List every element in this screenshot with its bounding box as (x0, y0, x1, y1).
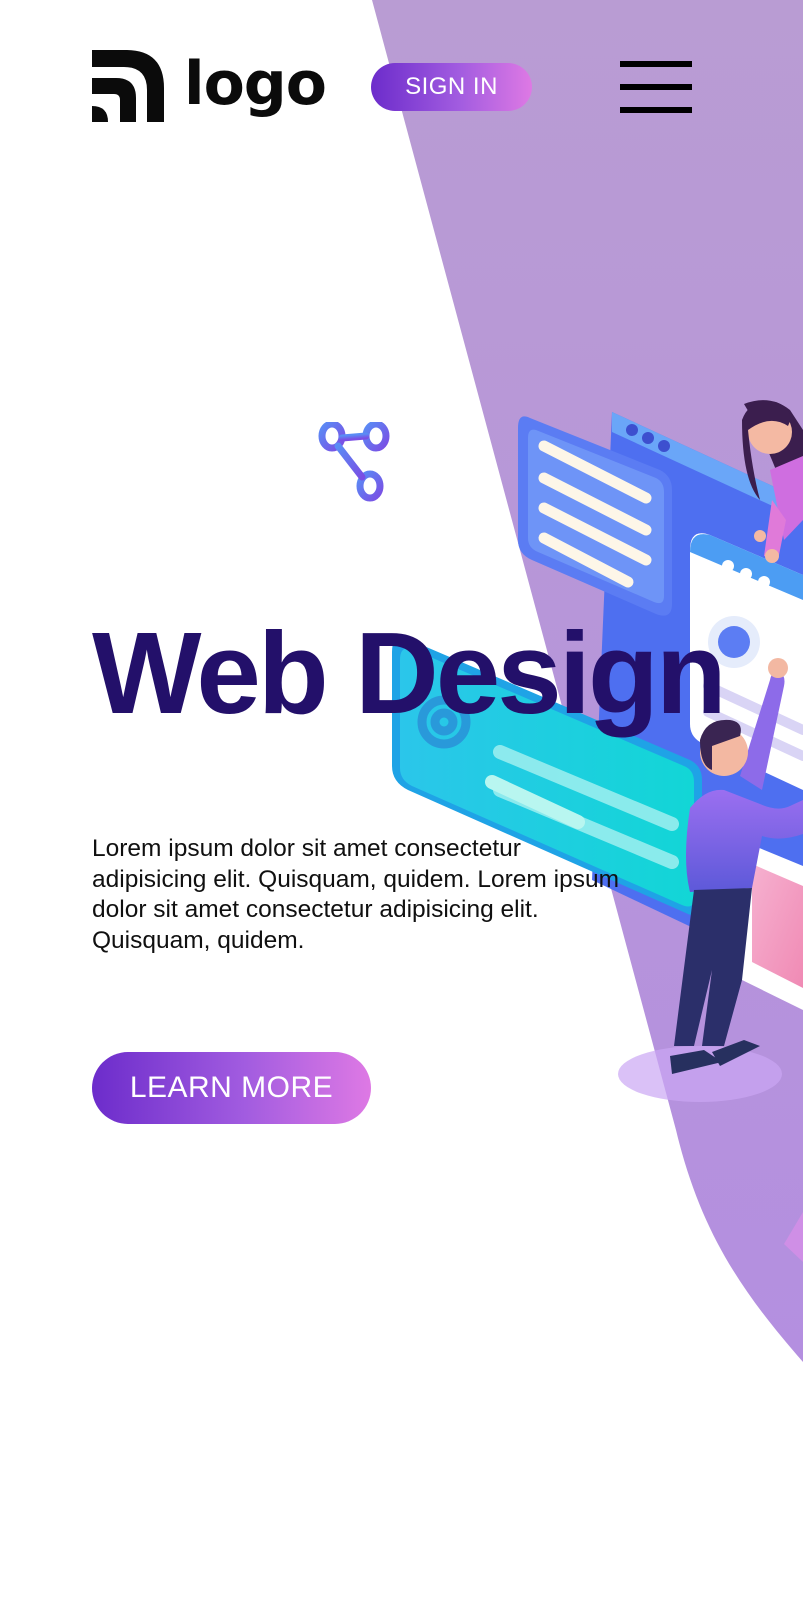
hero-illustration (392, 400, 803, 1262)
logo-text[interactable]: logo (184, 48, 327, 120)
sign-in-button[interactable]: SIGN IN (371, 63, 532, 111)
rss-arcs-icon[interactable] (92, 50, 164, 122)
site-header: logo SIGN IN (0, 0, 803, 180)
hamburger-menu-icon[interactable] (620, 58, 692, 116)
learn-more-button[interactable]: LEARN MORE (92, 1052, 371, 1124)
hero-title: Web Design (92, 608, 727, 738)
hero-description: Lorem ipsum dolor sit amet consectetur a… (92, 835, 619, 954)
landing-page: logo SIGN IN Web Design Lorem ipsum dolo… (0, 0, 803, 1600)
share-icon (318, 420, 398, 512)
